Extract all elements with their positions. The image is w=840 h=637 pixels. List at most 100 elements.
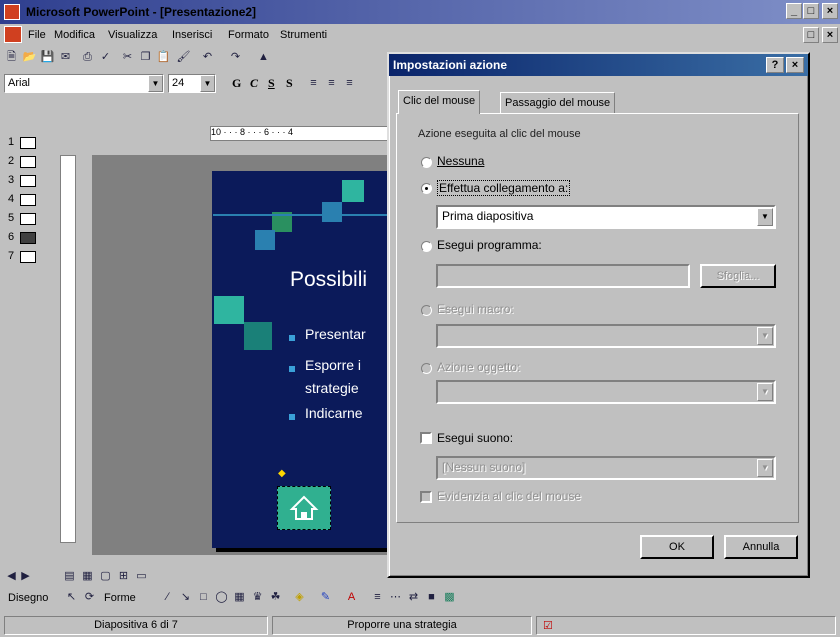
select-pointer-icon[interactable]: ↖ xyxy=(64,590,79,605)
email-icon[interactable]: ✉ xyxy=(58,50,73,65)
slideshow-view-icon[interactable]: ▭ xyxy=(134,569,149,584)
scroll-right-icon[interactable]: ▶ xyxy=(18,569,33,584)
dialog-help-button[interactable]: ? xyxy=(766,57,784,73)
doc-restore-button[interactable]: □ xyxy=(803,27,819,43)
line-color-icon[interactable]: ✎ xyxy=(318,590,333,605)
action-button-home[interactable] xyxy=(277,486,331,530)
radio-hyperlink[interactable] xyxy=(421,183,432,194)
slide-thumbnail-selected[interactable] xyxy=(20,232,36,244)
play-sound-label[interactable]: Esegui suono: xyxy=(437,431,513,445)
rectangle-icon[interactable]: □ xyxy=(196,590,211,605)
radio-run-program[interactable] xyxy=(421,241,432,252)
italic-button[interactable]: C xyxy=(250,76,258,91)
align-center-icon[interactable]: ≡ xyxy=(324,76,339,91)
3d-icon[interactable]: ▩ xyxy=(442,590,457,605)
doc-close-button[interactable]: × xyxy=(822,27,838,43)
slide-thumbnail[interactable] xyxy=(20,251,36,263)
slide-title[interactable]: Possibili xyxy=(290,268,367,292)
wordart-icon[interactable]: ♛ xyxy=(250,590,265,605)
bullet-text[interactable]: strategie xyxy=(305,380,359,396)
radio-none-label[interactable]: Nessuna xyxy=(437,154,484,168)
dash-style-icon[interactable]: ⋯ xyxy=(388,590,403,605)
spelling-check-icon[interactable]: ☑ xyxy=(543,620,553,632)
textbox-icon[interactable]: ▦ xyxy=(232,590,247,605)
spelling-icon[interactable]: ✓ xyxy=(98,50,113,65)
bold-button[interactable]: G xyxy=(232,76,241,91)
line-style-icon[interactable]: ≡ xyxy=(370,590,385,605)
save-icon[interactable]: 💾 xyxy=(40,50,55,65)
minimize-button[interactable]: _ xyxy=(786,3,802,19)
slide-thumbnail[interactable] xyxy=(20,156,36,168)
decorative-square xyxy=(342,180,364,202)
close-button[interactable]: × xyxy=(822,3,838,19)
menu-file[interactable]: File xyxy=(28,29,46,41)
slide-thumbnail[interactable] xyxy=(20,175,36,187)
slide-view-icon[interactable]: ▢ xyxy=(98,569,113,584)
print-icon[interactable]: ⎙ xyxy=(80,50,95,65)
fill-color-icon[interactable]: ◈ xyxy=(292,590,307,605)
underline-button[interactable]: S xyxy=(268,76,275,91)
font-color-icon[interactable]: A xyxy=(344,590,359,605)
draw-menu[interactable]: Disegno xyxy=(8,592,48,604)
play-sound-checkbox[interactable] xyxy=(420,432,432,444)
menu-modifica[interactable]: Modifica xyxy=(54,29,95,41)
chevron-down-icon[interactable]: ▼ xyxy=(148,75,163,92)
sorter-view-icon[interactable]: ⊞ xyxy=(116,569,131,584)
redo-icon[interactable]: ↷ xyxy=(228,50,243,65)
slide-thumbnail[interactable] xyxy=(20,194,36,206)
document-icon[interactable] xyxy=(4,26,22,43)
format-painter-icon[interactable]: 🖌 xyxy=(176,50,191,65)
shapes-menu[interactable]: Forme xyxy=(104,592,136,604)
line-icon[interactable]: ∕ xyxy=(160,590,175,605)
clipart-icon[interactable]: ☘ xyxy=(268,590,283,605)
paste-icon[interactable]: 📋 xyxy=(156,50,171,65)
font-select[interactable]: Arial ▼ xyxy=(4,74,164,93)
radio-none[interactable] xyxy=(421,157,432,168)
new-icon[interactable]: 🗎 xyxy=(4,50,19,65)
radio-run-macro-label: Esegui macro: xyxy=(437,302,514,316)
scroll-left-icon[interactable]: ◀ xyxy=(4,569,19,584)
menu-formato[interactable]: Formato xyxy=(228,29,269,41)
oval-icon[interactable]: ◯ xyxy=(214,590,229,605)
open-icon[interactable]: 📂 xyxy=(22,50,37,65)
copy-icon[interactable]: ❐ xyxy=(138,50,153,65)
chevron-down-icon[interactable]: ▼ xyxy=(200,75,215,92)
undo-icon[interactable]: ↶ xyxy=(200,50,215,65)
slide-thumbnail[interactable] xyxy=(20,137,36,149)
outline-view-icon[interactable]: ▦ xyxy=(80,569,95,584)
align-left-icon[interactable]: ≡ xyxy=(306,76,321,91)
maximize-button[interactable]: □ xyxy=(803,3,819,19)
cut-icon[interactable]: ✂ xyxy=(120,50,135,65)
bullet-icon xyxy=(289,335,295,341)
ok-button[interactable]: OK xyxy=(640,535,714,559)
arrow-style-icon[interactable]: ⇄ xyxy=(406,590,421,605)
tab-mouse-click[interactable]: Clic del mouse xyxy=(398,90,481,114)
hyperlink-select[interactable]: Prima diapositiva ▼ xyxy=(436,205,776,229)
rotate-icon[interactable]: ⟳ xyxy=(82,590,97,605)
dialog-close-button[interactable]: × xyxy=(786,57,804,73)
slide-thumbnail[interactable] xyxy=(20,213,36,225)
powerpoint-app-icon[interactable] xyxy=(4,4,20,20)
shadow-button[interactable]: S xyxy=(286,76,293,91)
chevron-down-icon[interactable]: ▼ xyxy=(757,208,773,226)
tab-mouse-over[interactable]: Passaggio del mouse xyxy=(500,92,616,114)
bullet-text[interactable]: Esporre i xyxy=(305,357,361,373)
adjust-handle-icon[interactable]: ◆ xyxy=(278,468,286,479)
ruler-text: 10 · · · 8 · · · 6 · · · 4 xyxy=(211,127,294,137)
radio-run-program-label[interactable]: Esegui programma: xyxy=(437,238,542,252)
normal-view-icon[interactable]: ▤ xyxy=(62,569,77,584)
radio-hyperlink-label[interactable]: Effettua collegamento a: xyxy=(437,180,571,196)
bullet-text[interactable]: Indicarne xyxy=(305,405,363,421)
menu-visualizza[interactable]: Visualizza xyxy=(108,29,157,41)
arrow-icon[interactable]: ↘ xyxy=(178,590,193,605)
font-size-select[interactable]: 24 ▼ xyxy=(168,74,216,93)
decorative-square xyxy=(255,230,275,250)
align-right-icon[interactable]: ≡ xyxy=(342,76,357,91)
menu-strumenti[interactable]: Strumenti xyxy=(280,29,327,41)
cancel-button[interactable]: Annulla xyxy=(724,535,798,559)
chart-icon[interactable]: ▲ xyxy=(256,50,271,65)
shadow-icon[interactable]: ■ xyxy=(424,590,439,605)
font-select-value: Arial xyxy=(8,77,31,89)
menu-inserisci[interactable]: Inserisci xyxy=(172,29,212,41)
bullet-text[interactable]: Presentar xyxy=(305,326,366,342)
